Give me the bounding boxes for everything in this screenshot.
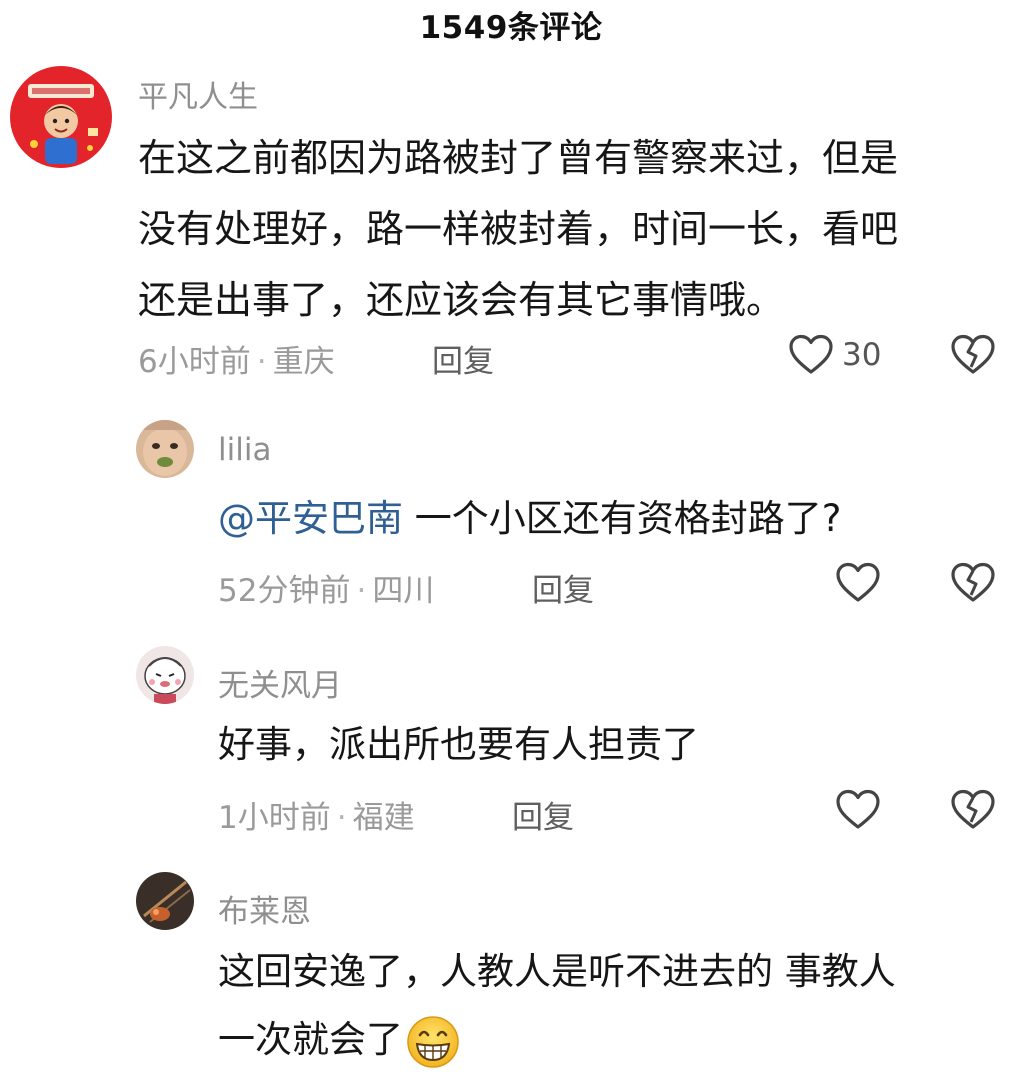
comment-location: 重庆	[272, 344, 335, 380]
dislike-button[interactable]	[950, 789, 996, 835]
heart-icon	[836, 789, 880, 829]
dislike-button[interactable]	[950, 562, 996, 608]
grinning-face-emoji-icon	[407, 1015, 459, 1068]
like-button[interactable]: 30	[788, 334, 881, 376]
dislike-button[interactable]	[950, 334, 996, 380]
reply-text-body: 一次就会了	[218, 1018, 403, 1061]
comment-count-title: 1549条评论	[419, 10, 603, 46]
reply-username[interactable]: 无关风月	[218, 660, 342, 705]
broken-heart-icon	[951, 562, 995, 602]
broken-heart-icon	[951, 334, 995, 374]
reply-location: 福建	[352, 800, 415, 836]
reply-time: 1小时前	[218, 800, 331, 836]
reply-text-line: 好事，派出所也要有人担责了	[218, 723, 699, 766]
heart-icon	[789, 334, 833, 374]
reply-username[interactable]: lilia	[218, 432, 271, 468]
comment-text-line: 还是出事了，还应该会有其它事情哦。	[138, 278, 785, 322]
reply-text: 这回安逸了，人教人是听不进去的 事教人 一次就会了	[218, 938, 896, 1074]
dark-photo-avatar-icon	[136, 872, 194, 930]
like-count: 30	[842, 337, 882, 373]
reply-meta: 1小时前 · 福建	[218, 792, 415, 837]
comment-text-line: 没有处理好，路一样被封着，时间一长，看吧	[138, 207, 899, 251]
meta-separator: ·	[256, 344, 267, 380]
broken-heart-icon	[951, 789, 995, 829]
reply-time: 52分钟前	[218, 573, 351, 609]
reply-username[interactable]: 布莱恩	[218, 886, 311, 931]
comment-meta: 6小时前 · 重庆	[138, 336, 335, 381]
baby-photo-avatar-icon	[136, 420, 194, 478]
comments-header: 1549条评论	[0, 0, 1022, 48]
reply-text: 好事，派出所也要有人担责了	[218, 711, 699, 779]
heart-icon	[836, 562, 880, 602]
comment-time: 6小时前	[138, 344, 251, 380]
cartoon-character-avatar-icon	[136, 646, 194, 704]
reply-location: 四川	[372, 573, 435, 609]
reply-text: @平安巴南 一个小区还有资格封路了?	[218, 485, 841, 553]
meta-separator: ·	[356, 573, 367, 609]
mention-link[interactable]: @平安巴南	[218, 497, 403, 540]
like-button[interactable]	[835, 562, 881, 604]
avatar[interactable]	[136, 420, 194, 478]
comment-username[interactable]: 平凡人生	[138, 72, 258, 116]
cartoon-boy-avatar-icon	[10, 66, 112, 168]
reply-button[interactable]: 回复	[512, 792, 574, 837]
avatar[interactable]	[10, 66, 112, 168]
avatar[interactable]	[136, 872, 194, 930]
reply-text-line: @平安巴南 一个小区还有资格封路了?	[218, 485, 841, 553]
comment-text-line: 在这之前都因为路被封了曾有警察来过，但是	[138, 136, 899, 180]
meta-separator: ·	[336, 800, 347, 836]
reply-meta: 52分钟前 · 四川	[218, 565, 434, 610]
avatar[interactable]	[136, 646, 194, 704]
reply-text-body: 一个小区还有资格封路了?	[403, 497, 842, 540]
reply-button[interactable]: 回复	[532, 565, 594, 610]
like-button[interactable]	[835, 789, 881, 831]
reply-text-line: 一次就会了	[218, 1006, 896, 1074]
comment-text: 在这之前都因为路被封了曾有警察来过，但是 没有处理好，路一样被封着，时间一长，看…	[138, 123, 898, 336]
reply-button[interactable]: 回复	[432, 336, 494, 381]
reply-text-line: 这回安逸了，人教人是听不进去的 事教人	[218, 950, 896, 993]
